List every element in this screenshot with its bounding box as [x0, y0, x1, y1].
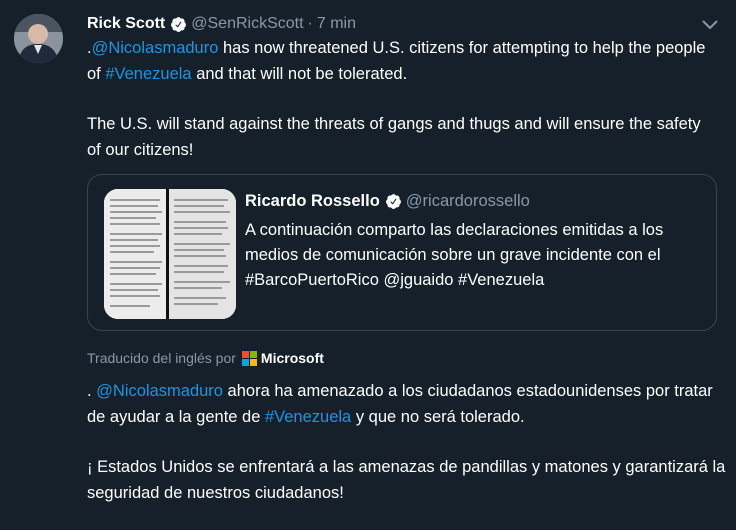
mention-link[interactable]: @Nicolasmaduro: [96, 382, 223, 400]
translation-attribution: Traducido del inglés por Microsoft: [87, 350, 324, 366]
quoted-author-handle[interactable]: @ricardorossello: [406, 192, 530, 211]
tweet-paragraph: .@Nicolasmaduro has now threatened U.S. …: [87, 35, 707, 87]
header-separator: ·: [307, 15, 313, 32]
tweet-body: .@Nicolasmaduro has now threatened U.S. …: [87, 35, 707, 187]
microsoft-logo-icon: [241, 350, 257, 366]
text-fragment: and that will not be tolerated.: [191, 65, 408, 83]
translation-label: Traducido del inglés por: [87, 350, 236, 366]
quoted-text-line: A continuación comparto las declaracione…: [245, 221, 664, 239]
quoted-tweet-card[interactable]: Ricardo Rossello @ricardorossello A cont…: [87, 174, 717, 331]
verified-badge-icon: [170, 16, 187, 33]
mention-link[interactable]: @Nicolasmaduro: [92, 39, 219, 57]
text-fragment: y que no será tolerado.: [351, 408, 525, 426]
translated-text: . @Nicolasmaduro ahora ha amenazado a lo…: [87, 378, 727, 530]
author-name[interactable]: Rick Scott: [87, 15, 165, 33]
author-avatar[interactable]: [14, 14, 63, 63]
tweet-paragraph: The U.S. will stand against the threats …: [87, 115, 701, 159]
chevron-down-icon[interactable]: [702, 18, 718, 30]
translation-paragraph: ¡ Estados Unidos se enfrentará a las ame…: [87, 458, 726, 502]
hashtag-link[interactable]: #Venezuela: [105, 65, 191, 83]
verified-badge-icon: [385, 193, 402, 210]
author-handle[interactable]: @SenRickScott: [191, 15, 303, 33]
quoted-tweet-header: Ricardo Rossello @ricardorossello: [245, 192, 530, 211]
translation-provider[interactable]: Microsoft: [261, 350, 324, 366]
hashtag-link[interactable]: #Venezuela: [265, 408, 351, 426]
translation-paragraph: . @Nicolasmaduro ahora ha amenazado a lo…: [87, 378, 727, 430]
tweet-header: Rick Scott @SenRickScott · 7 min: [87, 13, 356, 35]
tweet-timestamp[interactable]: 7 min: [317, 15, 356, 33]
quoted-text-line: #BarcoPuertoRico @jguaido #Venezuela: [245, 271, 545, 289]
quoted-text-line: medios de comunicación sobre un grave in…: [245, 246, 661, 264]
quoted-tweet-text: A continuación comparto las declaracione…: [245, 218, 705, 293]
quoted-author-name[interactable]: Ricardo Rossello: [245, 192, 380, 211]
text-fragment: .: [87, 382, 97, 400]
quoted-tweet-image[interactable]: [104, 189, 236, 319]
